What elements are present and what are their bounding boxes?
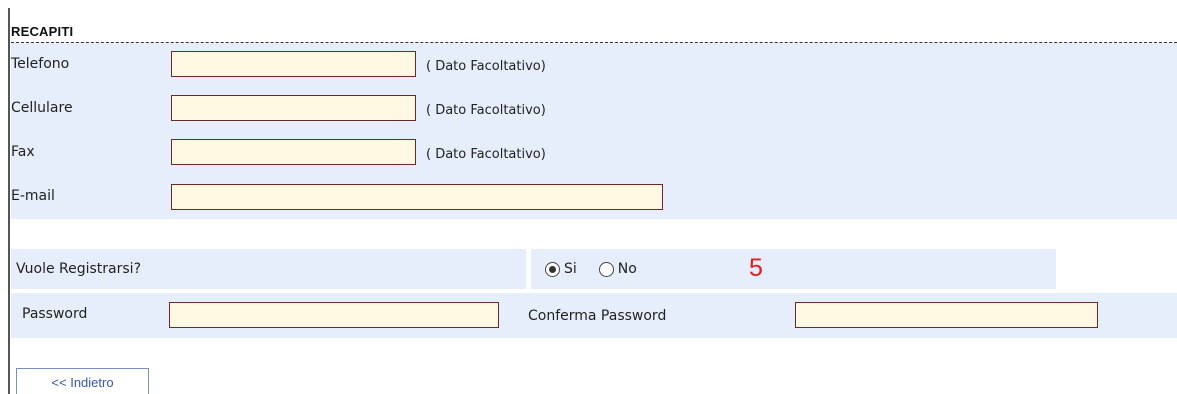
back-button[interactable]: << Indietro [16,368,149,394]
radio-dot-icon [549,265,556,273]
email-input[interactable] [171,184,663,210]
fax-optional-note: ( Dato Facoltativo) [426,147,546,162]
phone-input[interactable] [171,51,416,77]
left-border-line [8,8,10,394]
registration-radio-group: Si No [545,261,637,277]
confirm-password-label: Conferma Password [528,308,667,324]
radio-unselected-icon[interactable] [598,261,614,277]
mobile-label: Cellulare [11,100,73,116]
registration-question: Vuole Registrarsi? [16,261,141,277]
phone-label: Telefono [11,56,70,72]
password-input[interactable] [169,302,499,328]
section-title-recapiti: RECAPITI [11,24,74,39]
password-label: Password [22,306,88,322]
fax-label: Fax [11,144,35,160]
radio-selected-icon[interactable] [545,261,560,277]
radio-option-no[interactable]: No [598,261,637,277]
step-marker: 5 [749,254,763,282]
mobile-input[interactable] [171,95,416,121]
email-label: E-mail [11,188,55,204]
radio-label-si: Si [564,261,577,277]
confirm-password-input[interactable] [795,302,1098,328]
fax-input[interactable] [171,139,416,165]
phone-optional-note: ( Dato Facoltativo) [426,59,546,74]
radio-label-no: No [617,261,637,277]
registration-form-page: RECAPITI Telefono ( Dato Facoltativo) Ce… [0,0,1177,394]
radio-option-si[interactable]: Si [545,261,577,277]
mobile-optional-note: ( Dato Facoltativo) [426,103,546,118]
